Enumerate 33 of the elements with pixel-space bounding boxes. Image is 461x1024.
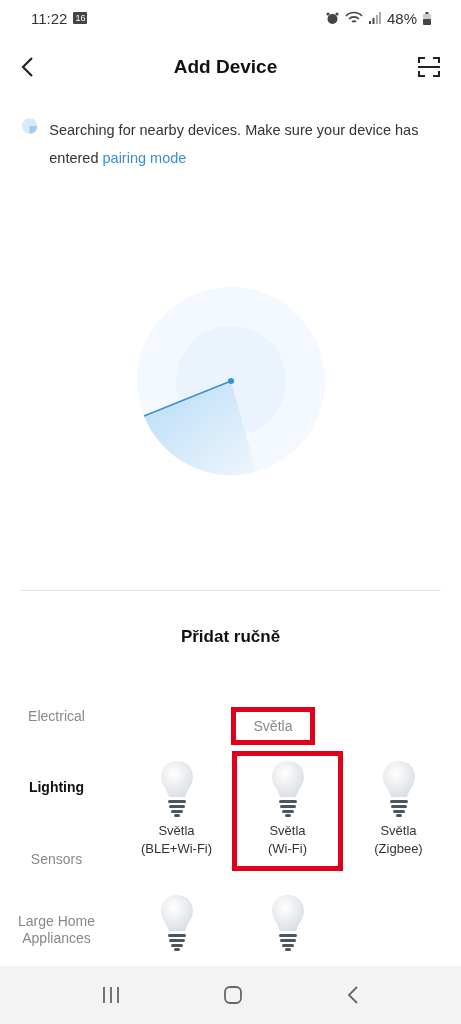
alarm-icon <box>325 11 339 25</box>
home-icon <box>223 985 244 1005</box>
subcategory-title: Světla <box>230 707 316 745</box>
calendar-icon: 16 <box>73 12 88 24</box>
recent-apps-icon <box>101 986 120 1004</box>
battery-percent: 48% <box>386 9 417 27</box>
category-tab[interactable]: Electrical <box>0 707 113 753</box>
battery-icon <box>423 11 431 25</box>
signal-icon <box>368 12 381 24</box>
category-tab[interactable]: Sensors <box>0 823 113 895</box>
light-bulb-icon <box>270 760 305 818</box>
pairing-mode-link[interactable]: pairing mode <box>102 150 187 166</box>
light-bulb-icon <box>381 760 416 818</box>
device-label: Světla (BLE+Wi-Fi) <box>140 822 213 858</box>
wifi-icon <box>344 11 363 25</box>
light-bulb-icon <box>270 894 305 952</box>
section-heading: Přidat ručně <box>179 627 282 647</box>
device-label: Světla (Zigbee) <box>374 822 423 858</box>
device-item[interactable]: Světla (BLE+Wi-Fi) <box>121 751 232 871</box>
search-message: Searching for nearby devices. Make sure your device has entered pairing mode <box>49 121 420 168</box>
clock-time: 11:22 <box>31 9 68 27</box>
category-tab[interactable]: Lighting <box>0 752 113 824</box>
device-label: Světla (Wi-Fi) <box>268 822 307 858</box>
light-bulb-icon <box>159 894 194 952</box>
light-bulb-icon <box>159 760 194 818</box>
chevron-left-icon <box>20 56 34 78</box>
device-item[interactable]: Světla (Wi-Fi) <box>232 751 343 871</box>
chevron-left-icon <box>347 985 360 1005</box>
page-title: Add Device <box>172 56 279 78</box>
searching-spinner-icon <box>22 116 38 136</box>
category-tab[interactable]: Large Home Appliances <box>0 894 113 966</box>
scan-icon <box>417 55 441 79</box>
device-item[interactable]: Světla (Zigbee) <box>343 751 454 871</box>
